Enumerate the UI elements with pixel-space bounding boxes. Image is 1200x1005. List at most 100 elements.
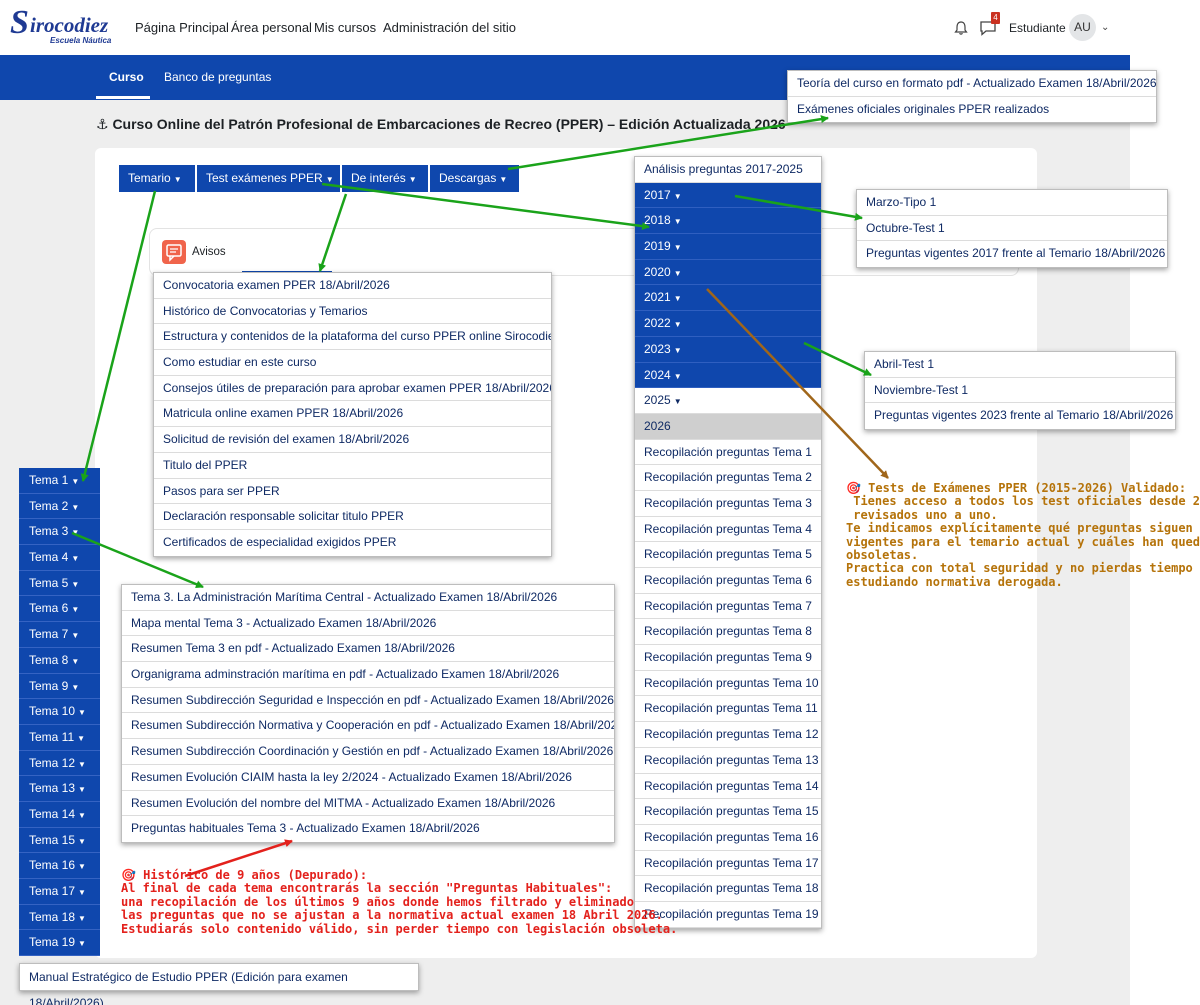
submenu-item[interactable]: Abril-Test 1 [865, 352, 1175, 378]
user-role[interactable]: Estudiante [1009, 21, 1066, 35]
year-2026[interactable]: 2026 [635, 413, 821, 440]
dropdown-item[interactable]: Teoría del curso en formato pdf - Actual… [788, 71, 1156, 97]
dropdown-item[interactable]: Preguntas habituales Tema 3 - Actualizad… [122, 816, 614, 842]
dropdown-item[interactable]: Resumen Subdirección Seguridad e Inspecc… [122, 688, 614, 714]
recopilacion-item[interactable]: Recopilación preguntas Tema 15 [635, 799, 821, 825]
menu-test-examenes[interactable]: Test exámenes PPER ▼ [197, 165, 340, 192]
recopilacion-item[interactable]: Recopilación preguntas Tema 1 [635, 439, 821, 466]
dropdown-item[interactable]: Estructura y contenidos de la plataforma… [154, 324, 551, 351]
manual-link[interactable]: Manual Estratégico de Estudio PPER (Edic… [19, 963, 419, 1005]
year-2021[interactable]: 2021 ▼ [635, 285, 821, 312]
recopilacion-item[interactable]: Recopilación preguntas Tema 12 [635, 722, 821, 748]
dropdown-item[interactable]: Resumen Subdirección Normativa y Coopera… [122, 713, 614, 740]
recopilacion-item[interactable]: Recopilación preguntas Tema 8 [635, 619, 821, 646]
dropdown-item[interactable]: Mapa mental Tema 3 - Actualizado Examen … [122, 611, 614, 637]
year-2023[interactable]: 2023 ▼ [635, 336, 821, 363]
tema-item-19[interactable]: Tema 19 ▼ [19, 930, 100, 957]
recopilacion-item[interactable]: Recopilación preguntas Tema 2 [635, 465, 821, 491]
recopilacion-item[interactable]: Recopilación preguntas Tema 13 [635, 747, 821, 774]
tema-label: Tema 5 [29, 575, 69, 590]
caret-down-icon: ▼ [71, 477, 80, 486]
tema-item-4[interactable]: Tema 4 ▼ [19, 545, 100, 571]
dropdown-item[interactable]: Tema 3. La Administración Marítima Centr… [122, 585, 614, 611]
tema-item-2[interactable]: Tema 2 ▼ [19, 493, 100, 520]
tema-item-6[interactable]: Tema 6 ▼ [19, 596, 100, 623]
tema-item-15[interactable]: Tema 15 ▼ [19, 827, 100, 854]
tema-label: Tema 10 [29, 704, 76, 719]
nav-area-personal[interactable]: Área personal [231, 20, 312, 35]
dropdown-item[interactable]: Matricula online examen PPER 18/Abril/20… [154, 401, 551, 428]
tema-item-8[interactable]: Tema 8 ▼ [19, 647, 100, 674]
dropdown-item[interactable]: Consejos útiles de preparación para apro… [154, 376, 551, 402]
dropdown-item[interactable]: Certificados de especialidad exigidos PP… [154, 530, 551, 556]
menu-descargas[interactable]: Descargas ▼ [430, 165, 519, 192]
caret-down-icon: ▼ [673, 268, 682, 278]
recopilacion-item[interactable]: Recopilación preguntas Tema 9 [635, 645, 821, 671]
nav-mis-cursos[interactable]: Mis cursos [314, 20, 376, 35]
dropdown-item[interactable]: Exámenes oficiales originales PPER reali… [788, 97, 1156, 123]
tab-banco-preguntas[interactable]: Banco de preguntas [164, 70, 271, 84]
recopilacion-item[interactable]: Recopilación preguntas Tema 6 [635, 568, 821, 594]
recopilacion-item[interactable]: Recopilación preguntas Tema 11 [635, 696, 821, 723]
dropdown-item[interactable]: Resumen Tema 3 en pdf - Actualizado Exam… [122, 636, 614, 663]
descargas-dropdown: Teoría del curso en formato pdf - Actual… [787, 70, 1157, 124]
tema-item-3[interactable]: Tema 3 ▼ [19, 519, 100, 546]
recopilacion-item[interactable]: Recopilación preguntas Tema 16 [635, 824, 821, 851]
chevron-down-icon[interactable]: ⌄ [1101, 22, 1109, 33]
dropdown-item[interactable]: Histórico de Convocatorias y Temarios [154, 299, 551, 325]
year-2018[interactable]: 2018 ▼ [635, 208, 821, 235]
avisos-link[interactable]: Avisos [192, 246, 226, 258]
recopilacion-item[interactable]: Recopilación preguntas Tema 10 [635, 670, 821, 697]
analysis-item[interactable]: Análisis preguntas 2017-2025 [635, 157, 821, 183]
dropdown-item[interactable]: Como estudiar en este curso [154, 350, 551, 376]
tema-item-17[interactable]: Tema 17 ▼ [19, 879, 100, 905]
tema-item-1[interactable]: Tema 1 ▼ [19, 468, 100, 494]
year-2024[interactable]: 2024 ▼ [635, 362, 821, 389]
tema-item-13[interactable]: Tema 13 ▼ [19, 776, 100, 802]
submenu-item[interactable]: Noviembre-Test 1 [865, 378, 1175, 404]
avatar[interactable]: AU [1069, 14, 1096, 41]
dropdown-item[interactable]: Organigrama adminstración marítima en pd… [122, 662, 614, 688]
dropdown-item[interactable]: Resumen Subdirección Coordinación y Gest… [122, 739, 614, 765]
dropdown-item[interactable]: Declaración responsable solicitar titulo… [154, 504, 551, 530]
submenu-item[interactable]: Marzo-Tipo 1 [857, 190, 1167, 216]
recopilacion-item[interactable]: Recopilación preguntas Tema 14 [635, 773, 821, 800]
menu-de-interes[interactable]: De interés ▼ [342, 165, 428, 192]
dropdown-item[interactable]: Resumen Evolución CIAIM hasta la ley 2/2… [122, 765, 614, 791]
tema-item-5[interactable]: Tema 5 ▼ [19, 570, 100, 597]
tema-item-9[interactable]: Tema 9 ▼ [19, 673, 100, 700]
year-2019[interactable]: 2019 ▼ [635, 234, 821, 260]
nav-administracion[interactable]: Administración del sitio [383, 20, 516, 35]
bell-icon[interactable] [953, 20, 969, 36]
submenu-item[interactable]: Octubre-Test 1 [857, 216, 1167, 242]
logo-word[interactable]: irocodiez [30, 14, 108, 36]
dropdown-item[interactable]: Convocatoria examen PPER 18/Abril/2026 [154, 273, 551, 299]
tab-curso[interactable]: Curso [109, 70, 144, 84]
year-2025[interactable]: 2025 ▼ [635, 388, 821, 414]
year-2020[interactable]: 2020 ▼ [635, 259, 821, 286]
tema-item-12[interactable]: Tema 12 ▼ [19, 750, 100, 777]
year-2017[interactable]: 2017 ▼ [635, 182, 821, 209]
logo-letter[interactable]: S [10, 6, 29, 40]
recopilacion-item[interactable]: Recopilación preguntas Tema 4 [635, 516, 821, 543]
caret-down-icon: ▼ [78, 708, 86, 718]
caret-down-icon: ▼ [173, 175, 182, 184]
dropdown-item[interactable]: Solicitud de revisión del examen 18/Abri… [154, 427, 551, 453]
nav-pagina-principal[interactable]: Página Principal [135, 20, 229, 35]
recopilacion-item[interactable]: Recopilación preguntas Tema 5 [635, 542, 821, 568]
submenu-item[interactable]: Preguntas vigentes 2017 frente al Temari… [857, 241, 1167, 267]
year-2022[interactable]: 2022 ▼ [635, 311, 821, 337]
recopilacion-item[interactable]: Recopilación preguntas Tema 7 [635, 593, 821, 620]
tema-item-14[interactable]: Tema 14 ▼ [19, 801, 100, 828]
tema-item-7[interactable]: Tema 7 ▼ [19, 622, 100, 648]
tema-item-10[interactable]: Tema 10 ▼ [19, 699, 100, 725]
recopilacion-item[interactable]: Recopilación preguntas Tema 3 [635, 490, 821, 517]
dropdown-item[interactable]: Titulo del PPER [154, 453, 551, 479]
submenu-item[interactable]: Preguntas vigentes 2023 frente al Temari… [865, 403, 1175, 429]
tema-item-11[interactable]: Tema 11 ▼ [19, 724, 100, 751]
dropdown-item[interactable]: Pasos para ser PPER [154, 479, 551, 505]
tema-item-16[interactable]: Tema 16 ▼ [19, 853, 100, 879]
dropdown-item[interactable]: Resumen Evolución del nombre del MITMA -… [122, 791, 614, 817]
menu-temario[interactable]: Temario ▼ [119, 165, 195, 192]
tema-item-18[interactable]: Tema 18 ▼ [19, 904, 100, 931]
